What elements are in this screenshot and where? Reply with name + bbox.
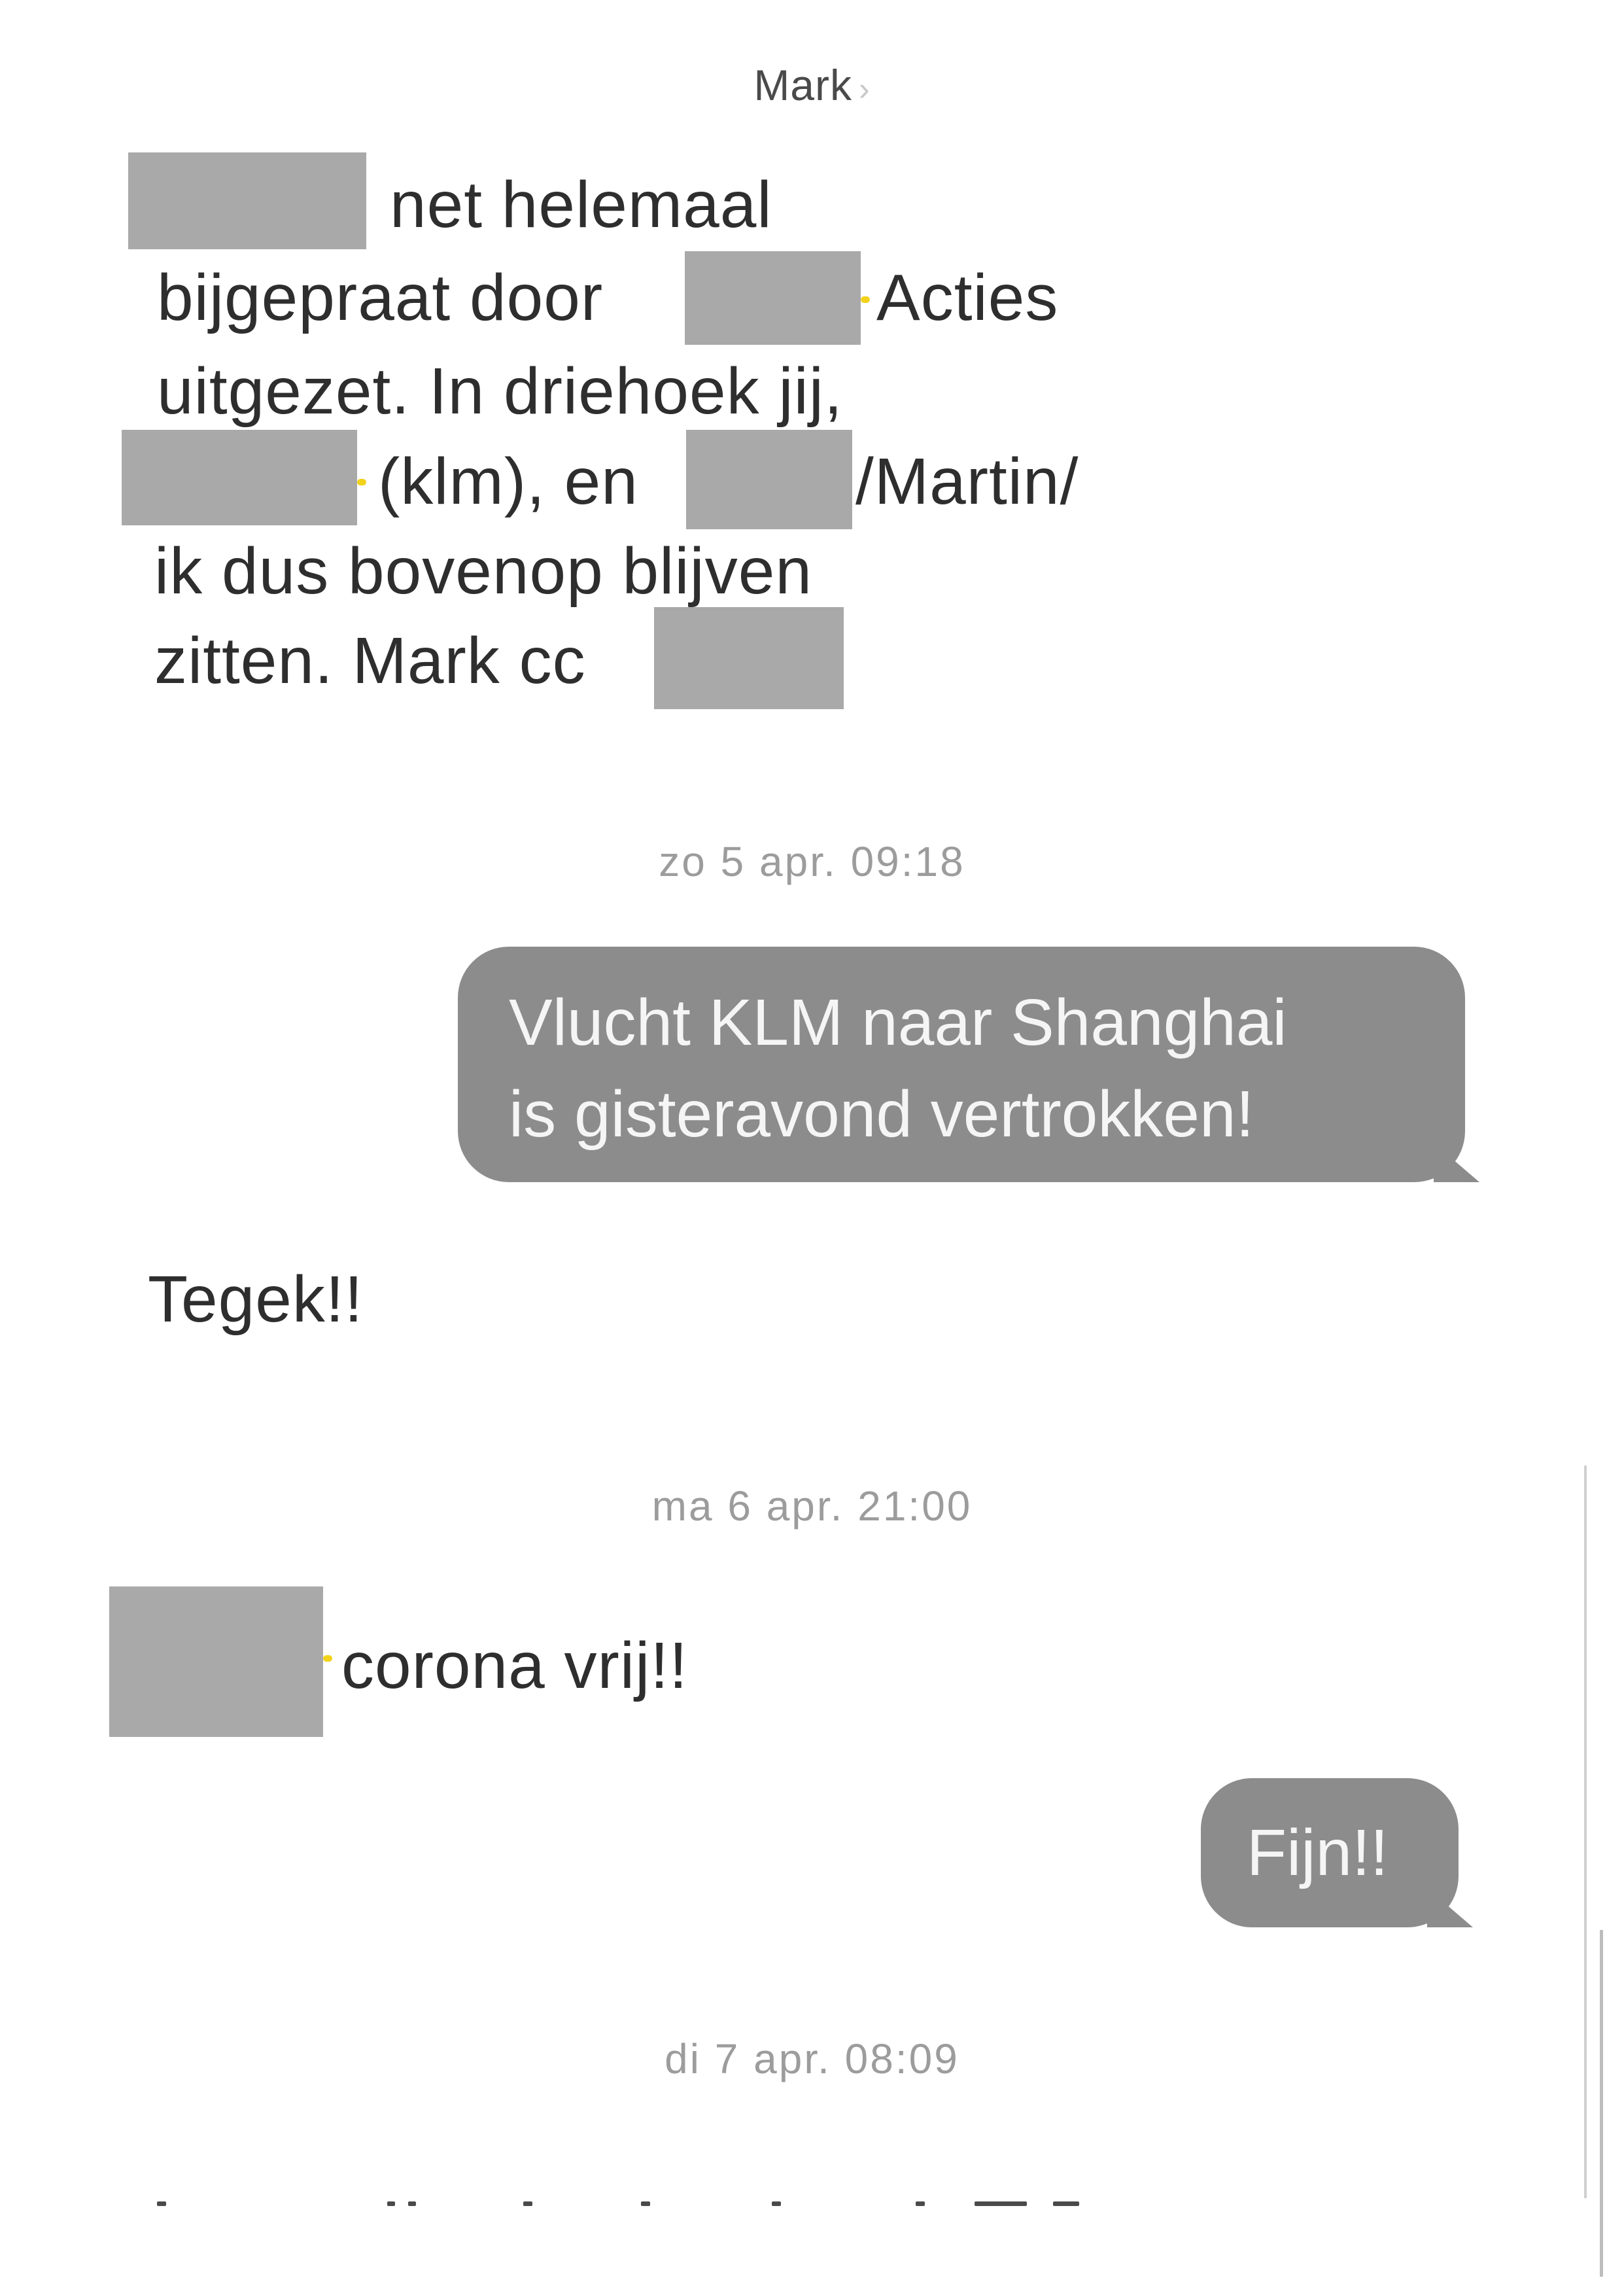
highlight-mark [357, 479, 366, 485]
sent-message-2[interactable]: Fijn!! [1201, 1778, 1473, 1927]
timestamp: zo 5 apr. 09:18 [659, 838, 965, 885]
redaction-box [109, 1586, 323, 1737]
timestamp: di 7 apr. 08:09 [665, 2035, 959, 2082]
contact-header[interactable]: Mark › [0, 60, 1624, 110]
redaction-box [686, 430, 852, 529]
highlight-mark [323, 1655, 332, 1662]
redaction-box [122, 430, 357, 525]
message-text: ik dus bovenop blijven [154, 534, 812, 608]
message-text: Acties [876, 261, 1059, 334]
sent-message-1[interactable]: Vlucht KLM naar Shanghai is gisteravond … [458, 947, 1479, 1182]
cut-off-text [157, 2201, 1086, 2208]
contact-name: Mark [753, 61, 852, 109]
redaction-box [685, 251, 861, 345]
message-text: net helemaal [390, 168, 772, 241]
highlight-mark [861, 296, 870, 303]
redaction-box [654, 607, 844, 709]
redaction-box [128, 152, 366, 249]
scan-edge [1600, 1930, 1603, 2277]
chevron-right-icon: › [859, 71, 871, 107]
scan-edge [1584, 1465, 1587, 2198]
message-text: (klm), en [378, 445, 638, 518]
message-text: Vlucht KLM naar Shanghai [509, 986, 1287, 1059]
message-text: zitten. Mark cc [154, 624, 586, 697]
message-text: is gisteravond vertrokken! [509, 1077, 1254, 1151]
message-text: uitgezet. In driehoek jij, [157, 355, 843, 428]
message-text: /Martin/ [855, 445, 1079, 518]
timestamp: ma 6 apr. 21:00 [651, 1482, 973, 1530]
message-text: corona vrij!! [341, 1629, 688, 1702]
message-text: Fijn!! [1247, 1816, 1389, 1889]
message-text: bijgepraat door [157, 261, 604, 334]
received-message-2[interactable]: Tegek!! [148, 1260, 363, 1339]
